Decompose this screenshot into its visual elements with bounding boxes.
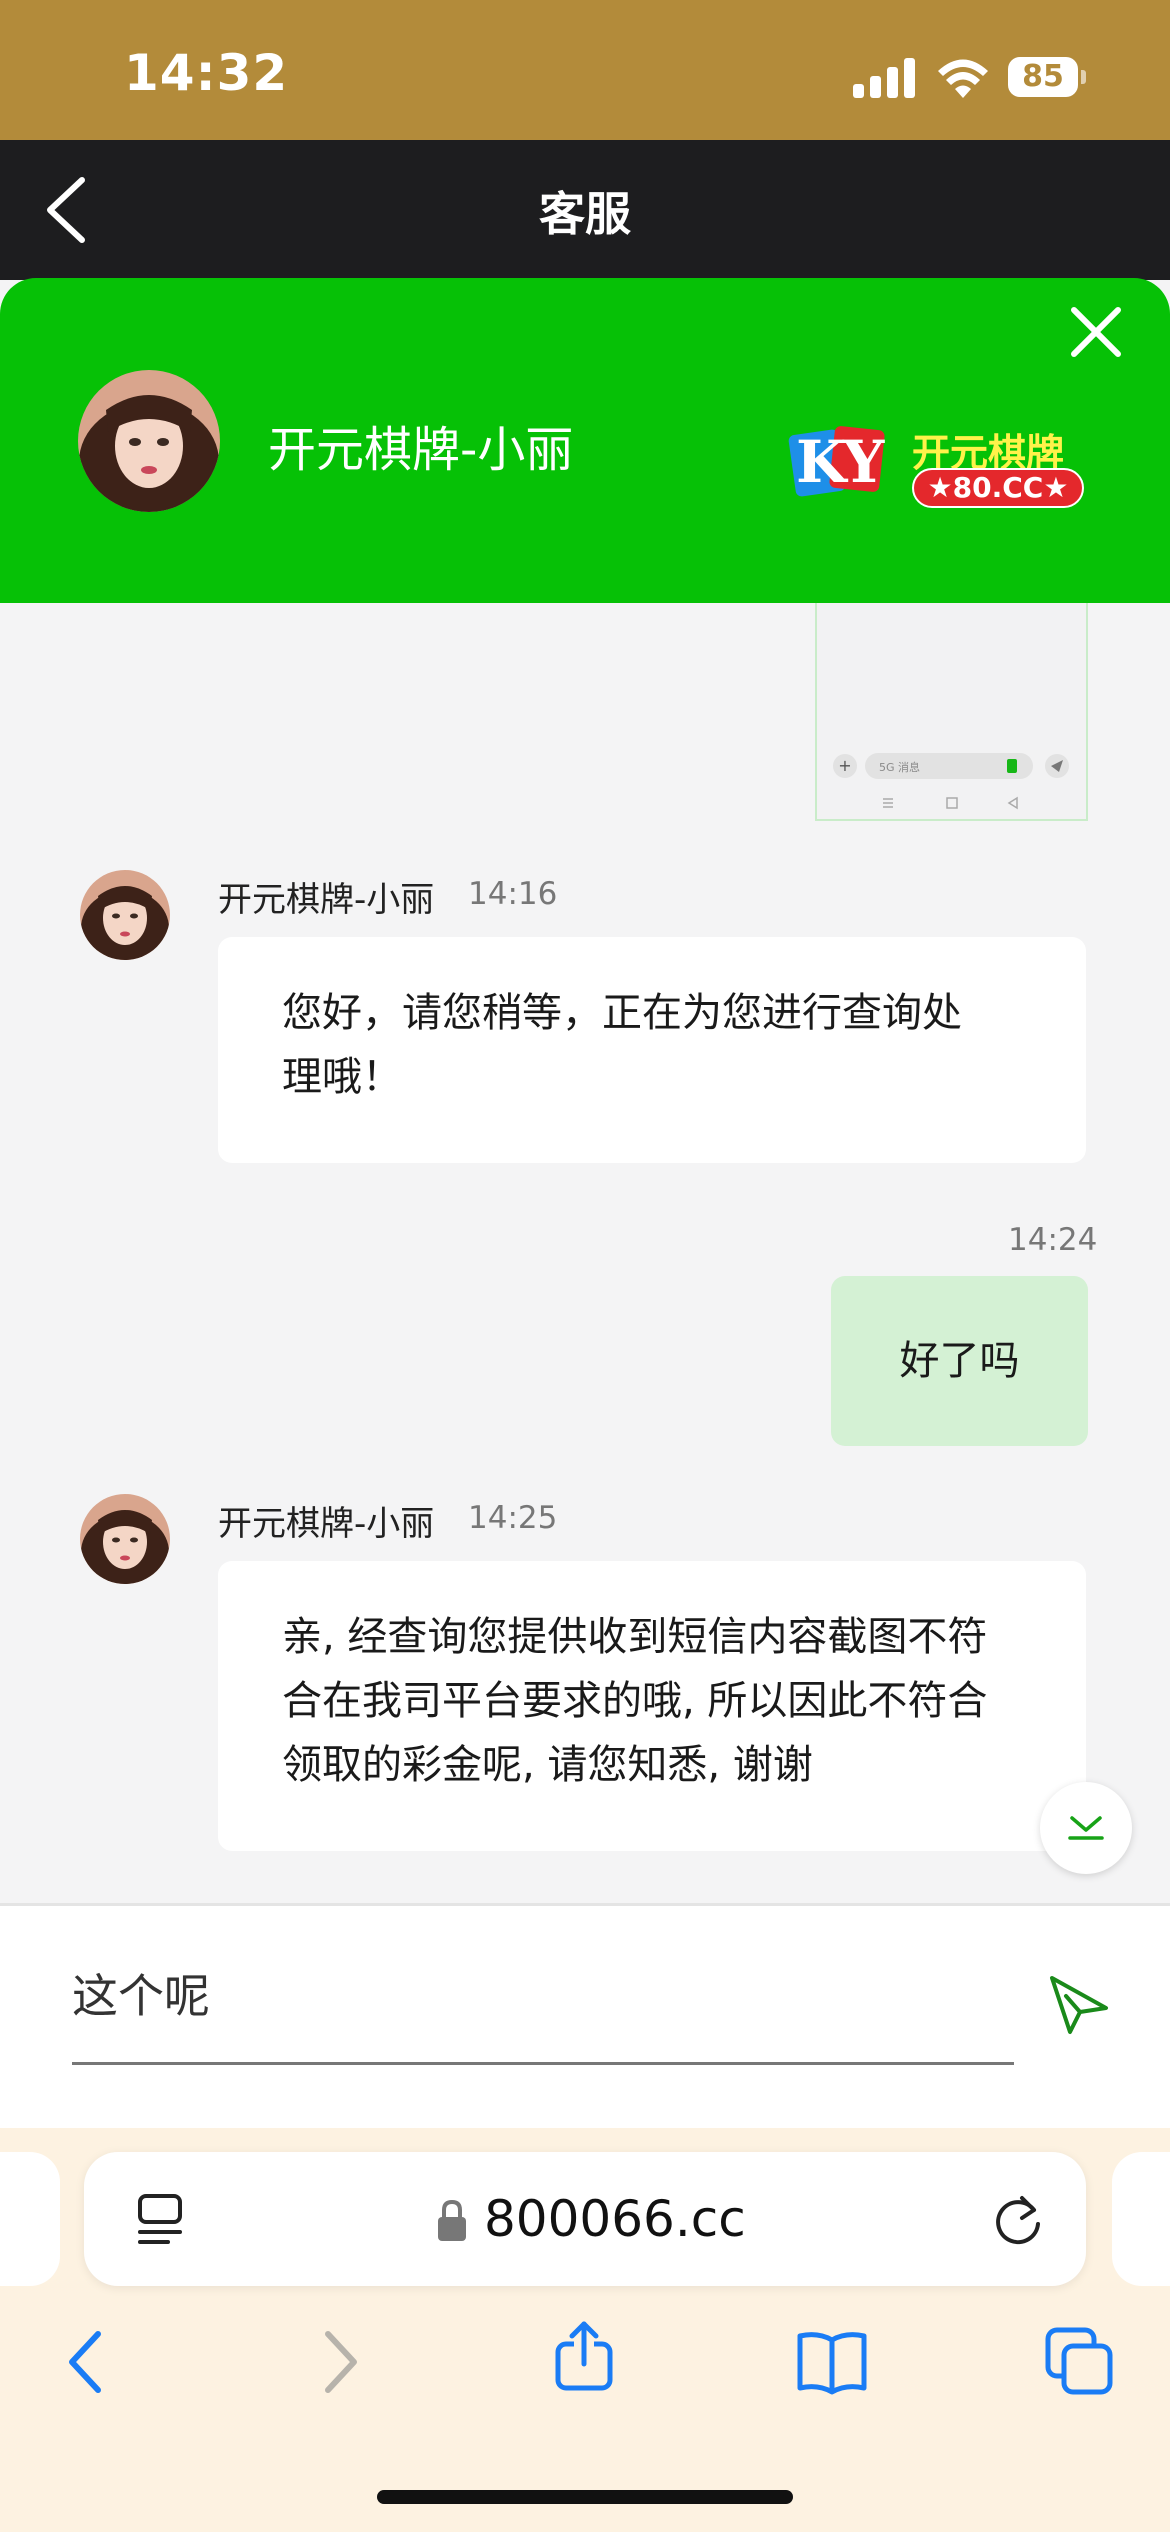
message-text-line: 理哦！	[282, 1054, 402, 1100]
url-text[interactable]: 800066.cc	[484, 2190, 746, 2248]
thumbnail-nav-bar	[883, 796, 1018, 810]
message-time: 14:16	[468, 876, 558, 912]
tabs-icon[interactable]	[1044, 2326, 1116, 2398]
home-indicator	[377, 2490, 793, 2504]
agent-avatar-small	[80, 870, 170, 960]
scroll-down-icon	[1068, 1816, 1104, 1840]
status-time: 14:32	[124, 44, 289, 102]
brand-logo: KY 开元棋牌 ★80.CC★	[788, 418, 1088, 508]
message-time: 14:25	[468, 1500, 558, 1536]
scroll-to-bottom-button[interactable]	[1040, 1782, 1132, 1874]
thumbnail-input-hint: 5G 消息	[879, 761, 921, 774]
message-text-line: 领取的彩金呢, 请您知悉, 谢谢	[282, 1742, 813, 1788]
message-input[interactable]: 这个呢	[72, 1960, 210, 2026]
bookmarks-icon[interactable]	[796, 2326, 868, 2398]
agent-avatar	[78, 370, 220, 512]
logo-domain: ★80.CC★	[912, 468, 1084, 508]
reload-icon[interactable]	[992, 2192, 1046, 2248]
incoming-message-bubble: 亲, 经查询您提供收到短信内容截图不符 合在我司平台要求的哦, 所以因此不符合 …	[218, 1561, 1086, 1851]
incoming-message-bubble: 您好，请您稍等，正在为您进行查询处 理哦！	[218, 937, 1086, 1163]
send-icon[interactable]	[1046, 1970, 1112, 2036]
nav-back-icon[interactable]	[50, 2326, 122, 2398]
message-text: 好了吗	[899, 1338, 1020, 1384]
nav-forward-icon[interactable]	[304, 2326, 376, 2398]
message-sender: 开元棋牌-小丽	[218, 1504, 435, 1544]
battery-indicator: 85	[1008, 57, 1086, 97]
close-icon[interactable]	[1066, 302, 1126, 362]
wifi-icon	[938, 59, 988, 98]
thumbnail-input-bar: +	[833, 753, 1069, 779]
input-underline	[72, 2062, 1014, 2065]
share-icon[interactable]	[548, 2320, 620, 2392]
agent-name: 开元棋牌-小丽	[268, 422, 574, 478]
lock-icon	[438, 2199, 466, 2241]
reader-icon[interactable]	[136, 2192, 184, 2248]
outgoing-message-bubble: 好了吗	[831, 1276, 1088, 1446]
message-time: 14:24	[1008, 1222, 1098, 1258]
message-text-line: 合在我司平台要求的哦, 所以因此不符合	[282, 1678, 988, 1724]
agent-avatar-small	[80, 1494, 170, 1584]
message-text-line: 您好，请您稍等，正在为您进行查询处	[282, 990, 962, 1036]
battery-level: 85	[1008, 57, 1078, 97]
page-title: 客服	[539, 187, 631, 241]
svg-text:+: +	[838, 756, 851, 775]
message-sender: 开元棋牌-小丽	[218, 880, 435, 920]
logo-letters: KY	[796, 428, 884, 496]
sent-image-thumbnail[interactable]: + 5G 消息	[815, 603, 1088, 821]
previous-tab-preview[interactable]	[0, 2152, 60, 2286]
battery-tip	[1081, 70, 1086, 84]
cellular-signal-icon	[853, 58, 915, 98]
message-text-line: 亲, 经查询您提供收到短信内容截图不符	[282, 1614, 988, 1660]
next-tab-preview[interactable]	[1112, 2152, 1170, 2286]
